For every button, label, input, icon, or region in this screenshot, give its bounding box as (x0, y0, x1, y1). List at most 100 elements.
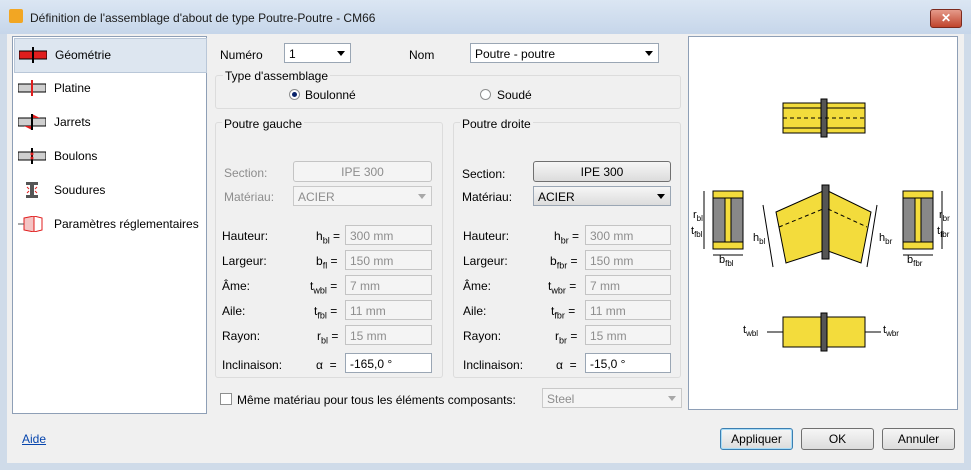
right-inclination-label: Inclinaison: (463, 358, 524, 372)
right-width-symbol: bfbr = (550, 254, 578, 271)
right-inclination-field[interactable]: -15,0 ° (585, 353, 671, 373)
left-height-symbol: hbl = (316, 229, 341, 246)
right-beam-section (902, 190, 943, 256)
app-logo-icon (9, 9, 23, 23)
cancel-button[interactable]: Annuler (882, 428, 955, 450)
left-web-field[interactable]: 7 mm (345, 275, 432, 295)
dim-label-rbr: rbr (939, 209, 950, 223)
right-height-field[interactable]: 300 mm (585, 225, 671, 245)
sidebar-item-label: Boulons (54, 149, 98, 163)
apply-button[interactable]: Appliquer (720, 428, 793, 450)
close-button[interactable]: ✕ (930, 9, 962, 28)
haunch-icon (18, 114, 46, 130)
left-flange-label: Aile: (222, 304, 246, 318)
left-radius-label: Rayon: (222, 329, 261, 343)
left-width-field[interactable]: 150 mm (345, 250, 432, 270)
right-flange-field[interactable]: 11 mm (585, 300, 671, 320)
numero-value: 1 (289, 47, 296, 61)
dim-label-tfbr: tfbr (937, 225, 950, 239)
dim-label-hbr: hbr (879, 232, 893, 246)
bolts-icon (18, 148, 46, 164)
right-web-field[interactable]: 7 mm (585, 275, 671, 295)
left-section-label: Section: (224, 166, 268, 180)
beam-geometry-icon (19, 47, 47, 63)
same-material-checkbox[interactable] (220, 393, 232, 405)
same-material-label: Même matériau pour tous les éléments com… (237, 393, 516, 407)
dim-label-bfbr: bfbr (907, 254, 923, 268)
right-section-button[interactable]: IPE 300 (533, 161, 671, 182)
elevation-view (762, 184, 878, 268)
nom-value: Poutre - poutre (475, 47, 556, 61)
assembly-type-legend: Type d'assemblage (223, 69, 331, 83)
left-radius-symbol: rbl = (317, 329, 339, 346)
right-flange-symbol: tfbr = (551, 304, 576, 321)
dim-label-twbl: twbl (743, 324, 758, 338)
sidebar-item-parametres[interactable]: Paramètres réglementaires (14, 208, 205, 241)
left-inclination-label: Inclinaison: (222, 358, 283, 372)
top-plan-view (782, 98, 866, 138)
bolted-radio[interactable] (289, 89, 300, 100)
left-material-select[interactable]: ACIER (293, 186, 432, 206)
nom-select[interactable]: Poutre - poutre (470, 43, 659, 63)
left-width-label: Largeur: (222, 254, 267, 268)
left-flange-field[interactable]: 11 mm (345, 300, 432, 320)
chevron-down-icon (418, 194, 426, 199)
sidebar-item-boulons[interactable]: Boulons (14, 140, 205, 173)
left-inclination-symbol: α = (316, 358, 337, 372)
welded-radio[interactable] (480, 89, 491, 100)
same-material-value: Steel (547, 392, 575, 406)
code-parameters-icon (18, 216, 43, 232)
sidebar-item-soudures[interactable]: Soudures (14, 174, 205, 207)
end-plate-icon (18, 80, 46, 96)
help-link[interactable]: Aide (22, 432, 46, 446)
left-height-field[interactable]: 300 mm (345, 225, 432, 245)
right-flange-label: Aile: (463, 304, 487, 318)
left-material-label: Matériau: (224, 190, 275, 204)
right-beam-legend: Poutre droite (460, 117, 533, 131)
sidebar-item-geometrie[interactable]: Géométrie (14, 38, 207, 73)
left-web-symbol: twbl = (310, 279, 338, 296)
bottom-plan-view (767, 312, 881, 352)
right-width-label: Largeur: (463, 254, 508, 268)
dim-label-tfbl: tfbl (691, 225, 703, 239)
left-section-button[interactable]: IPE 300 (293, 161, 432, 182)
right-web-label: Âme: (463, 279, 492, 293)
sidebar-item-platine[interactable]: Platine (14, 72, 205, 105)
left-beam-legend: Poutre gauche (222, 117, 305, 131)
chevron-down-icon (337, 51, 345, 56)
numero-select[interactable]: 1 (284, 43, 351, 63)
left-material-value: ACIER (298, 190, 335, 204)
nom-label: Nom (409, 48, 435, 62)
same-material-select[interactable]: Steel (542, 388, 682, 408)
ok-button[interactable]: OK (801, 428, 874, 450)
left-height-label: Hauteur: (222, 229, 269, 243)
welded-label[interactable]: Soudé (497, 88, 532, 102)
right-inclination-symbol: α = (556, 358, 577, 372)
right-height-label: Hauteur: (463, 229, 510, 243)
window-title: Définition de l'assemblage d'about de ty… (30, 11, 376, 25)
left-radius-field[interactable]: 15 mm (345, 325, 432, 345)
left-flange-symbol: tfbl = (314, 304, 338, 321)
chevron-down-icon (645, 51, 653, 56)
sidebar-item-label: Géométrie (55, 48, 112, 62)
chevron-down-icon (668, 396, 676, 401)
sidebar-item-label: Jarrets (54, 115, 91, 129)
left-beam-section (703, 190, 744, 256)
right-material-label: Matériau: (462, 190, 513, 204)
right-radius-label: Rayon: (463, 329, 502, 343)
bolted-label[interactable]: Boulonné (305, 88, 356, 102)
left-inclination-field[interactable]: -165,0 ° (345, 353, 432, 373)
right-material-select[interactable]: ACIER (533, 186, 671, 206)
numero-label: Numéro (220, 48, 263, 62)
right-section-label: Section: (462, 167, 506, 181)
chevron-down-icon (657, 194, 665, 199)
preview-panel: rbl tfbl hbl bfbl hbr rbr tfbr bfbr twbl… (688, 36, 958, 410)
right-width-field[interactable]: 150 mm (585, 250, 671, 270)
dim-label-rbl: rbl (693, 209, 703, 223)
dim-label-bfbl: bfbl (719, 254, 734, 268)
dim-label-hbl: hbl (753, 232, 766, 246)
sidebar-item-jarrets[interactable]: Jarrets (14, 106, 205, 139)
sidebar-item-label: Paramètres réglementaires (54, 217, 199, 231)
connection-diagram: rbl tfbl hbl bfbl hbr rbr tfbr bfbr twbl… (691, 98, 950, 352)
right-radius-field[interactable]: 15 mm (585, 325, 671, 345)
